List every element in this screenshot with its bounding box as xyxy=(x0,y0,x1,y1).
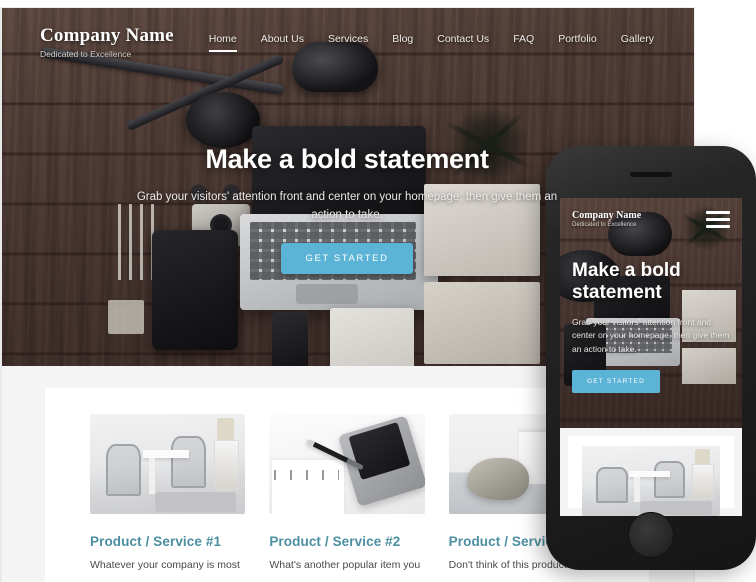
notepad-object xyxy=(330,308,414,366)
mobile-content-panel xyxy=(568,436,734,516)
nav-item-gallery[interactable]: Gallery xyxy=(621,33,654,52)
nav-item-about-us[interactable]: About Us xyxy=(261,33,304,52)
nav-item-contact-us[interactable]: Contact Us xyxy=(437,33,489,52)
photo-lamp-shape xyxy=(217,418,235,440)
nav-item-blog[interactable]: Blog xyxy=(392,33,413,52)
photo-notepad-shape xyxy=(272,460,344,514)
company-tagline-text: Dedicated to Excellence xyxy=(572,222,637,228)
mobile-hero-content: Make a bold statement Grab your visitors… xyxy=(560,260,742,393)
hero-subtext: Grab your visitors' attention front and … xyxy=(136,191,558,221)
photo-table-leg-shape xyxy=(149,458,156,494)
sticky-note-object xyxy=(108,300,144,334)
mobile-phone-mockup: Company Name Dedicated to Excellence Mak… xyxy=(546,146,756,570)
photo-side-table-shape xyxy=(692,464,715,500)
hero-headline: Make a bold statement xyxy=(205,144,489,174)
company-tagline-text: Dedicated to Excellence xyxy=(40,49,132,59)
phone-home-button[interactable] xyxy=(628,512,674,558)
get-started-button[interactable]: GET STARTED xyxy=(572,369,660,393)
nav-item-portfolio[interactable]: Portfolio xyxy=(558,33,597,52)
responsive-website-mockup: Company Name Dedicated to Excellence Hom… xyxy=(0,0,756,582)
photo-chair-right-shape xyxy=(653,461,686,498)
nav-item-services[interactable]: Services xyxy=(328,33,368,52)
get-started-button[interactable]: GET STARTED xyxy=(281,242,413,274)
desktop-site-header: Company Name Dedicated to Excellence Hom… xyxy=(0,8,694,76)
nav-item-home[interactable]: Home xyxy=(208,33,237,52)
browser-left-edge xyxy=(0,8,2,582)
chairs-and-table-photo xyxy=(582,446,720,516)
product-card-list: Product / Service #1 Whatever your compa… xyxy=(90,414,604,574)
photo-side-table-shape xyxy=(214,440,240,490)
photo-rug-shape xyxy=(155,492,236,512)
pen-and-tablet-photo xyxy=(269,414,425,514)
hamburger-menu-icon[interactable] xyxy=(706,210,730,228)
hamburger-bar xyxy=(706,210,730,214)
hamburger-bar xyxy=(706,224,730,228)
laptop-trackpad-object xyxy=(296,284,358,304)
mobile-content-section xyxy=(560,428,742,516)
main-navigation: Home About Us Services Blog Contact Us F… xyxy=(208,33,694,52)
hero-subtext: Grab your visitors' attention front and … xyxy=(572,316,730,354)
nav-item-faq[interactable]: FAQ xyxy=(513,33,534,52)
product-card[interactable]: Product / Service #1 Whatever your compa… xyxy=(90,414,246,574)
smartphone-object xyxy=(272,312,308,366)
mobile-site-logo[interactable]: Company Name Dedicated to Excellence xyxy=(572,210,641,228)
product-card-text: Whatever your company is most xyxy=(90,559,240,571)
photo-table-top-shape xyxy=(142,450,190,458)
site-logo[interactable]: Company Name Dedicated to Excellence xyxy=(0,25,174,59)
company-name-text: Company Name xyxy=(40,25,174,46)
photo-chair-left-shape xyxy=(105,444,142,496)
mobile-site-header: Company Name Dedicated to Excellence xyxy=(560,198,742,240)
product-card-title: Product / Service #1 xyxy=(90,534,222,549)
desk-lamp-base-object xyxy=(186,92,260,148)
photo-chair-right-shape xyxy=(170,436,207,488)
photo-chair-left-shape xyxy=(595,467,628,504)
chairs-and-table-photo xyxy=(90,414,246,514)
product-card[interactable]: Product / Service #2 What's another popu… xyxy=(269,414,425,574)
photo-table-leg-shape xyxy=(634,476,640,502)
product-card-title: Product / Service #2 xyxy=(269,534,401,549)
photo-lamp-shape xyxy=(695,448,711,465)
hamburger-bar xyxy=(706,217,730,221)
photo-stone-shape xyxy=(467,458,530,500)
company-name-text: Company Name xyxy=(572,210,642,221)
photo-spiral-rings-shape xyxy=(273,470,340,480)
product-card-text: What's another popular item you xyxy=(269,559,421,571)
paper-sheet-lower-object xyxy=(424,282,540,364)
mobile-hero-section: Company Name Dedicated to Excellence Mak… xyxy=(560,198,742,428)
